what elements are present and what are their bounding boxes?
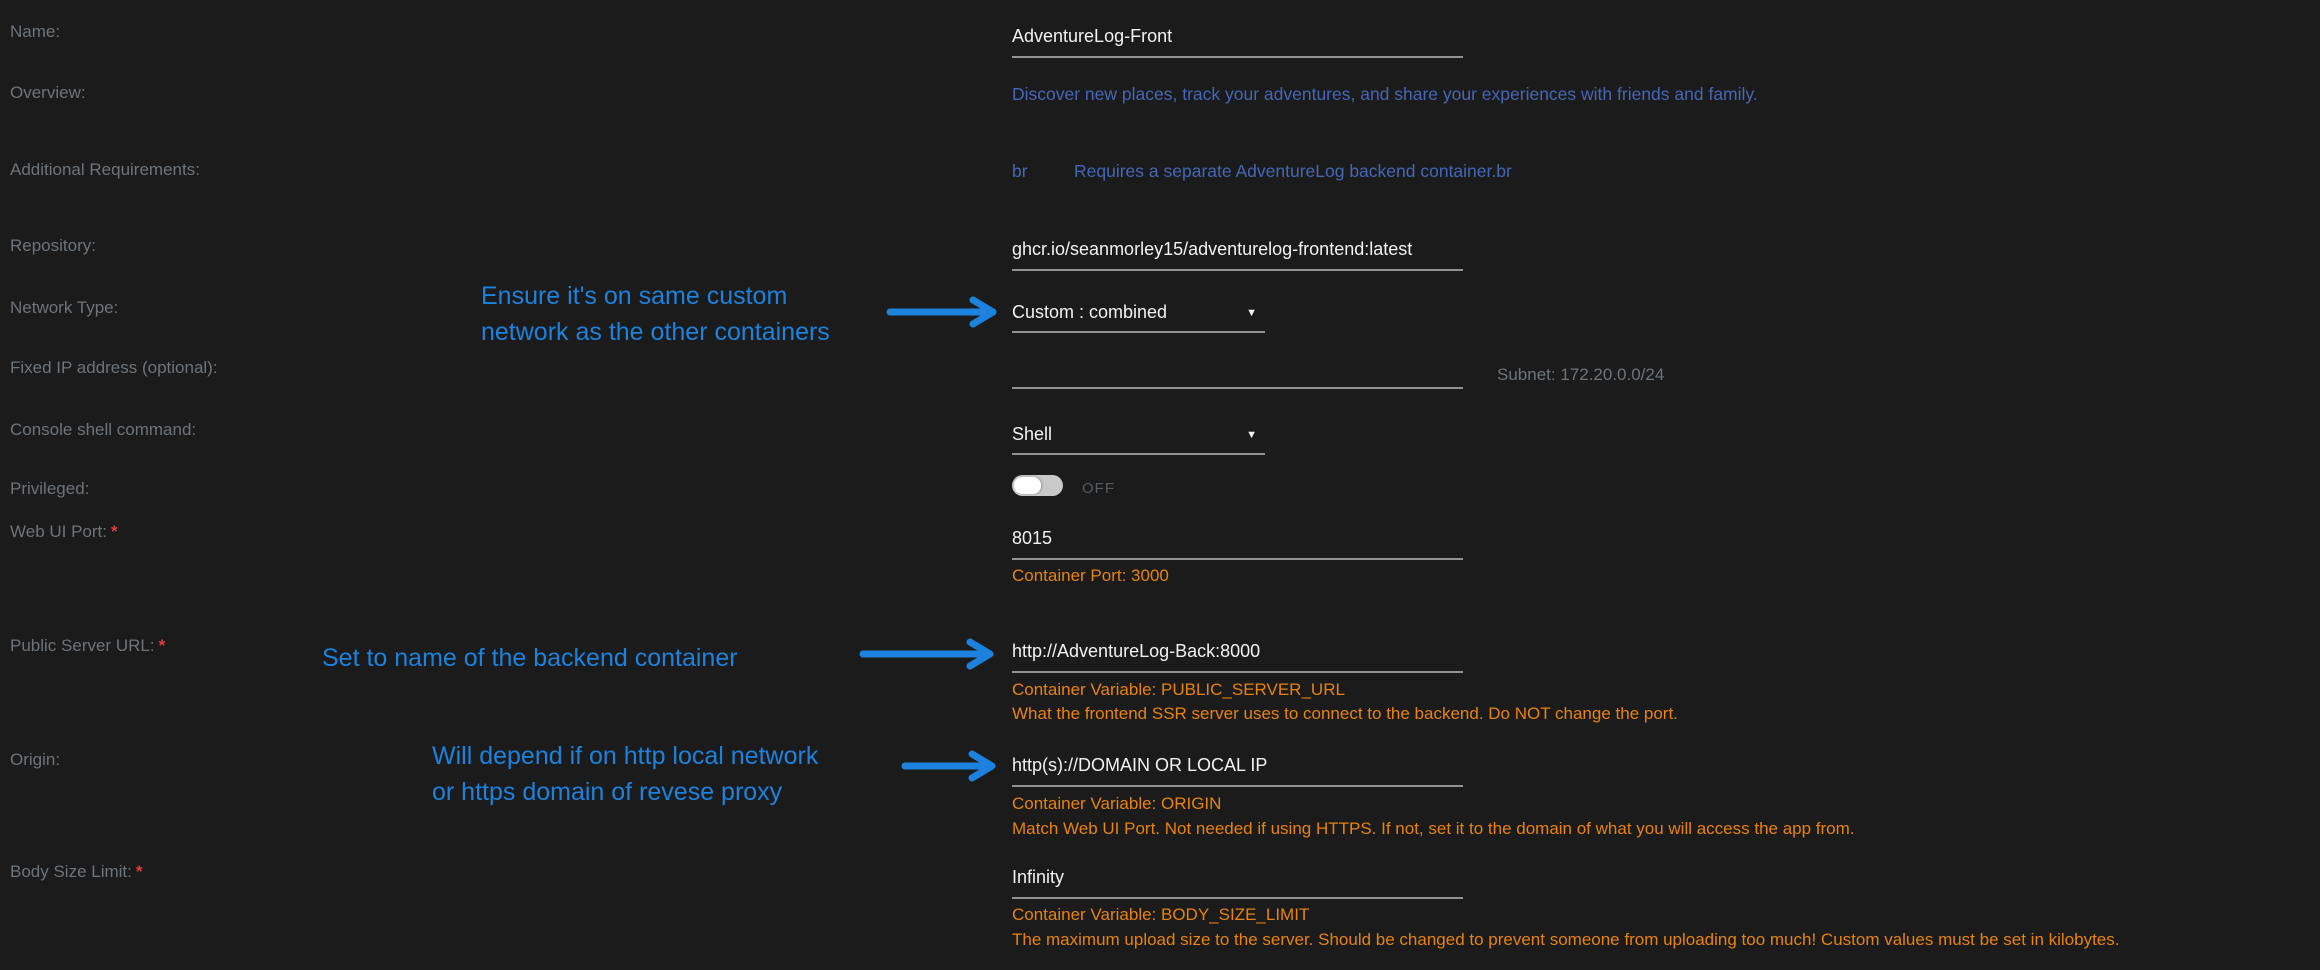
privileged-state-text: OFF [1082,480,1115,497]
public-server-url-variable: Container Variable: PUBLIC_SERVER_URL [1012,680,1345,700]
annotation-origin: Will depend if on http local network or … [432,738,818,810]
public-server-url-label: Public Server URL:* [10,636,165,656]
overview-text: Discover new places, track your adventur… [1012,84,1758,105]
web-ui-port-help: Container Port: 3000 [1012,566,1169,586]
container-template-form: Name: Overview: Discover new places, tra… [0,0,2320,970]
fixed-ip-label: Fixed IP address (optional): [10,358,218,378]
repository-label: Repository: [10,236,96,256]
origin-label: Origin: [10,750,60,770]
origin-input[interactable] [1012,755,1463,787]
annotation-arrow-icon [885,296,1003,328]
origin-help: Match Web UI Port. Not needed if using H… [1012,819,1855,839]
required-asterisk: * [159,636,166,655]
additional-requirements-text: Requires a separate AdventureLog backend… [1074,161,1512,182]
privileged-label: Privileged: [10,479,89,499]
chevron-down-icon: ▼ [1246,424,1257,441]
console-shell-selected-value: Shell [1012,424,1052,445]
required-asterisk: * [111,522,118,541]
repository-input[interactable] [1012,239,1463,271]
privileged-toggle[interactable] [1012,475,1063,496]
annotation-network: Ensure it's on same custom network as th… [481,278,830,350]
annotation-network-line2: network as the other containers [481,314,830,350]
chevron-down-icon: ▼ [1246,302,1257,319]
public-server-url-input[interactable] [1012,641,1463,673]
network-type-select[interactable]: Custom : combined ▼ [1012,302,1265,333]
body-size-limit-label: Body Size Limit:* [10,862,143,882]
body-size-limit-input[interactable] [1012,867,1463,899]
console-shell-label: Console shell command: [10,420,196,440]
body-size-limit-help: The maximum upload size to the server. S… [1012,930,2119,950]
annotation-network-line1: Ensure it's on same custom [481,278,830,314]
subnet-info: Subnet: 172.20.0.0/24 [1497,365,1664,385]
annotation-origin-line2: or https domain of revese proxy [432,774,818,810]
annotation-origin-line1: Will depend if on http local network [432,738,818,774]
overview-label: Overview: [10,83,86,103]
web-ui-port-label: Web UI Port:* [10,522,118,542]
network-type-selected-value: Custom : combined [1012,302,1167,323]
origin-variable: Container Variable: ORIGIN [1012,794,1221,814]
additional-requirements-prefix: br [1012,161,1028,182]
fixed-ip-input[interactable] [1012,357,1463,389]
body-size-limit-variable: Container Variable: BODY_SIZE_LIMIT [1012,905,1309,925]
name-label: Name: [10,22,60,42]
network-type-label: Network Type: [10,298,118,318]
public-server-url-help: What the frontend SSR server uses to con… [1012,704,1678,724]
annotation-public-url-line1: Set to name of the backend container [322,640,738,676]
annotation-public-url: Set to name of the backend container [322,640,738,676]
required-asterisk: * [136,862,143,881]
additional-requirements-label: Additional Requirements: [10,160,200,180]
annotation-arrow-icon [900,750,1002,782]
name-input[interactable] [1012,26,1463,58]
toggle-knob [1014,477,1041,494]
console-shell-select[interactable]: Shell ▼ [1012,424,1265,455]
annotation-arrow-icon [858,638,1000,670]
web-ui-port-input[interactable] [1012,528,1463,560]
